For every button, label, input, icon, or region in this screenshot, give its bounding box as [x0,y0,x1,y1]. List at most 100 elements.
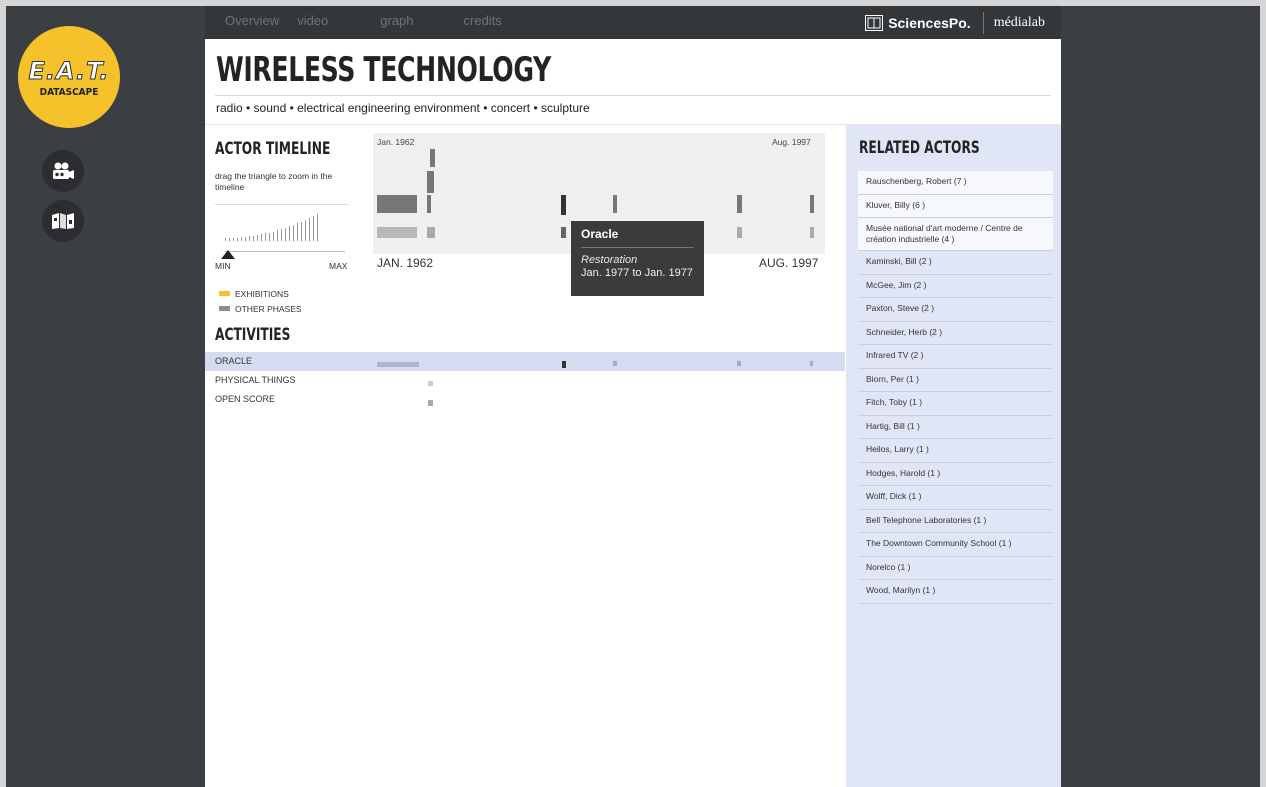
keyword-tags: radio • sound • electrical engineering e… [216,101,590,115]
timeline-bar[interactable] [810,361,813,366]
related-actors-list: Rauschenberg, Robert (7 ) Kluver, Billy (… [858,171,1053,604]
zoom-tick [285,228,286,241]
related-actor-item[interactable]: Musée national d'art moderne / Centre de… [858,218,1053,251]
zoom-tick [265,233,266,241]
activity-row-oracle[interactable]: ORACLE [205,352,845,371]
timeline-bar[interactable] [428,400,433,406]
sciencespo-logo[interactable]: SciencesPo. [853,11,984,34]
zoom-triangle-handle[interactable] [221,250,235,259]
zoom-tick [313,216,314,241]
related-actor-item[interactable]: Fitch, Toby (1 ) [858,392,1053,416]
tooltip-phase: Restoration [581,254,638,266]
related-actor-item[interactable]: Wood, Marilyn (1 ) [858,580,1053,604]
related-actor-item[interactable]: Biorn, Per (1 ) [858,369,1053,392]
timeline-bar[interactable] [737,195,742,213]
sciencespo-text: SciencesPo. [888,14,971,31]
legend-swatch-exhibitions [219,291,230,296]
legend-label-exhibitions: EXHIBITIONS [235,288,289,299]
activity-row-open-score[interactable]: OPEN SCORE [205,390,845,409]
actor-timeline-title: ACTOR TIMELINE [215,139,331,159]
medialab-logo[interactable]: médialab [984,15,1061,31]
zoom-tick [297,223,298,241]
timeline-bar[interactable] [561,195,566,215]
activity-label: ORACLE [215,356,253,366]
zoom-tick [253,236,254,241]
zoom-tick [269,233,270,241]
timeline-bar[interactable] [430,149,435,167]
timeline-bar[interactable] [810,195,814,213]
timeline-bar[interactable] [737,227,742,238]
zoom-min-label: MIN [215,261,231,271]
timeline-start-label: JAN. 1962 [377,256,434,270]
nav-video[interactable]: video [297,13,328,28]
page-title: WIRELESS TECHNOLOGY [216,50,551,90]
timeline-start-small: Jan. 1962 [377,137,415,147]
related-actor-item[interactable]: Heilos, Larry (1 ) [858,439,1053,463]
zoom-tick [305,220,306,241]
zoom-tick [261,234,262,241]
zoom-tick [277,230,278,241]
hint-divider [215,204,349,205]
map-book-icon[interactable] [42,200,84,242]
timeline-legend: EXHIBITIONS OTHER PHASES [219,286,302,316]
nav-menu: Overview video graph credits [225,13,520,28]
related-actor-item[interactable]: Kaminski, Bill (2 ) [858,251,1053,275]
zoom-tick [293,225,294,241]
timeline-bar[interactable] [562,361,566,368]
timeline-bar[interactable] [427,171,434,193]
timeline-bar[interactable] [377,362,419,367]
zoom-tick [309,218,310,241]
zoom-tick [289,226,290,241]
legend-exhibitions: EXHIBITIONS [219,286,302,301]
related-actor-item[interactable]: Wolff, Dick (1 ) [858,486,1053,510]
timeline-bar[interactable] [810,227,814,238]
related-actor-item[interactable]: Hodges, Harold (1 ) [858,463,1053,486]
related-actors-title: RELATED ACTORS [859,138,980,158]
related-actor-item[interactable]: Norelco (1 ) [858,557,1053,580]
video-camera-icon[interactable] [42,150,84,192]
zoom-tick [301,222,302,241]
timeline-bar[interactable] [613,361,617,366]
tooltip-dates: Jan. 1977 to Jan. 1977 [581,267,693,279]
timeline-end-small: Aug. 1997 [772,137,811,147]
related-actor-item[interactable]: Bell Telephone Laboratories (1 ) [858,510,1053,533]
brand-logos: SciencesPo. médialab [853,6,1061,39]
zoom-tick [233,238,234,241]
timeline-bar[interactable] [737,361,741,366]
related-actor-item[interactable]: McGee, Jim (2 ) [858,275,1053,298]
related-actor-item[interactable]: Kluver, Billy (6 ) [858,194,1053,218]
main-panel: WIRELESS TECHNOLOGY radio • sound • elec… [205,39,1061,787]
zoom-tick [245,237,246,241]
related-actor-item[interactable]: Hartig, Bill (1 ) [858,416,1053,439]
timeline-bar[interactable] [561,227,566,238]
nav-credits[interactable]: credits [464,13,502,28]
activity-row-physical-things[interactable]: PHYSICAL THINGS [205,371,845,390]
right-margin [1061,0,1266,787]
timeline-bar[interactable] [427,227,435,238]
related-actor-item[interactable]: Infrared TV (2 ) [858,345,1053,369]
timeline-tooltip: Oracle Restoration Jan. 1977 to Jan. 197… [571,221,704,296]
timeline-bar[interactable] [613,195,617,213]
legend-swatch-other-phases [219,306,230,311]
legend-label-other-phases: OTHER PHASES [235,303,302,314]
zoom-max-label: MAX [329,261,348,271]
logo-main-text: E.A.T. [28,56,110,85]
timeline-bar[interactable] [427,195,431,213]
timeline-bar[interactable] [377,227,417,238]
related-actor-item[interactable]: Schneider, Herb (2 ) [858,322,1053,345]
nav-overview[interactable]: Overview [225,13,279,28]
related-actor-item[interactable]: The Downtown Community School (1 ) [858,533,1053,557]
sciencespo-emblem-icon [865,14,884,31]
timeline-bar[interactable] [377,195,417,213]
related-actor-item[interactable]: Rauschenberg, Robert (7 ) [858,171,1053,195]
zoom-tick [281,229,282,241]
zoom-axis [225,251,345,252]
zoom-tick [229,238,230,241]
timeline-bar[interactable] [428,381,433,386]
related-actor-item[interactable]: Paxton, Steve (2 ) [858,298,1053,322]
eat-datascape-logo[interactable]: E.A.T. DATASCAPE [18,26,120,128]
activity-label: PHYSICAL THINGS [215,375,296,385]
logo-sub-text: DATASCAPE [39,86,99,98]
nav-graph[interactable]: graph [380,13,413,28]
tooltip-title: Oracle [581,227,694,248]
